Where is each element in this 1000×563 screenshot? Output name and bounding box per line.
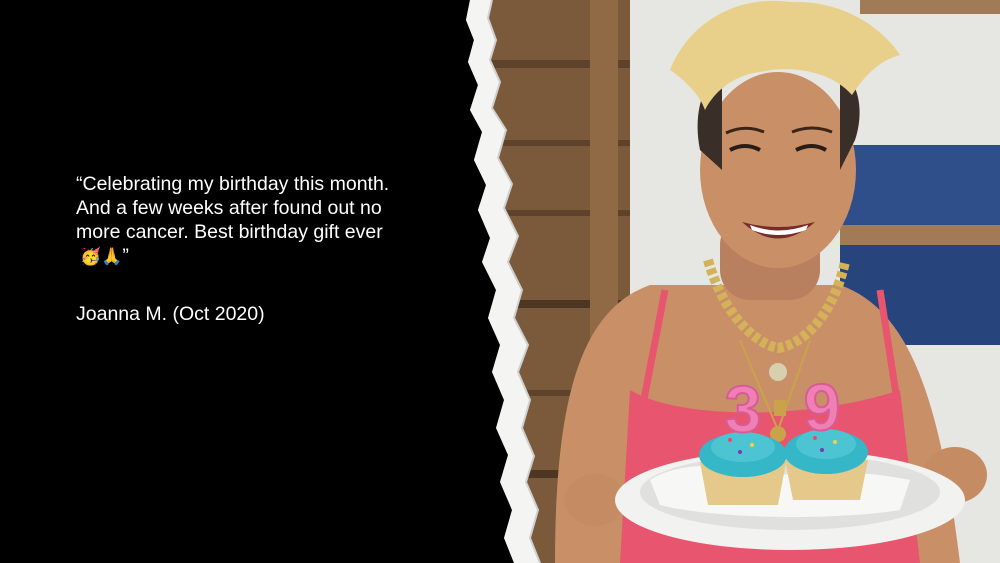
testimonial-quote: “Celebrating my birthday this month. And… — [76, 172, 406, 269]
quote-panel: “Celebrating my birthday this month. And… — [0, 0, 480, 563]
celebration-prayer-emoji: 🥳🙏 — [80, 247, 123, 267]
testimonial-author: Joanna M. (Oct 2020) — [76, 303, 265, 325]
testimonial-slide: “Celebrating my birthday this month. And… — [0, 0, 1000, 563]
quote-text: “Celebrating my birthday this month. And… — [76, 173, 390, 243]
birthday-photo: 3 9 — [460, 0, 1000, 563]
closing-quote-mark: ” — [122, 245, 129, 267]
blue-wall-stripe — [840, 145, 1000, 225]
face — [700, 72, 856, 268]
candle-digit-nine: 9 — [804, 370, 841, 444]
candle-digit-three: 3 — [725, 372, 762, 446]
